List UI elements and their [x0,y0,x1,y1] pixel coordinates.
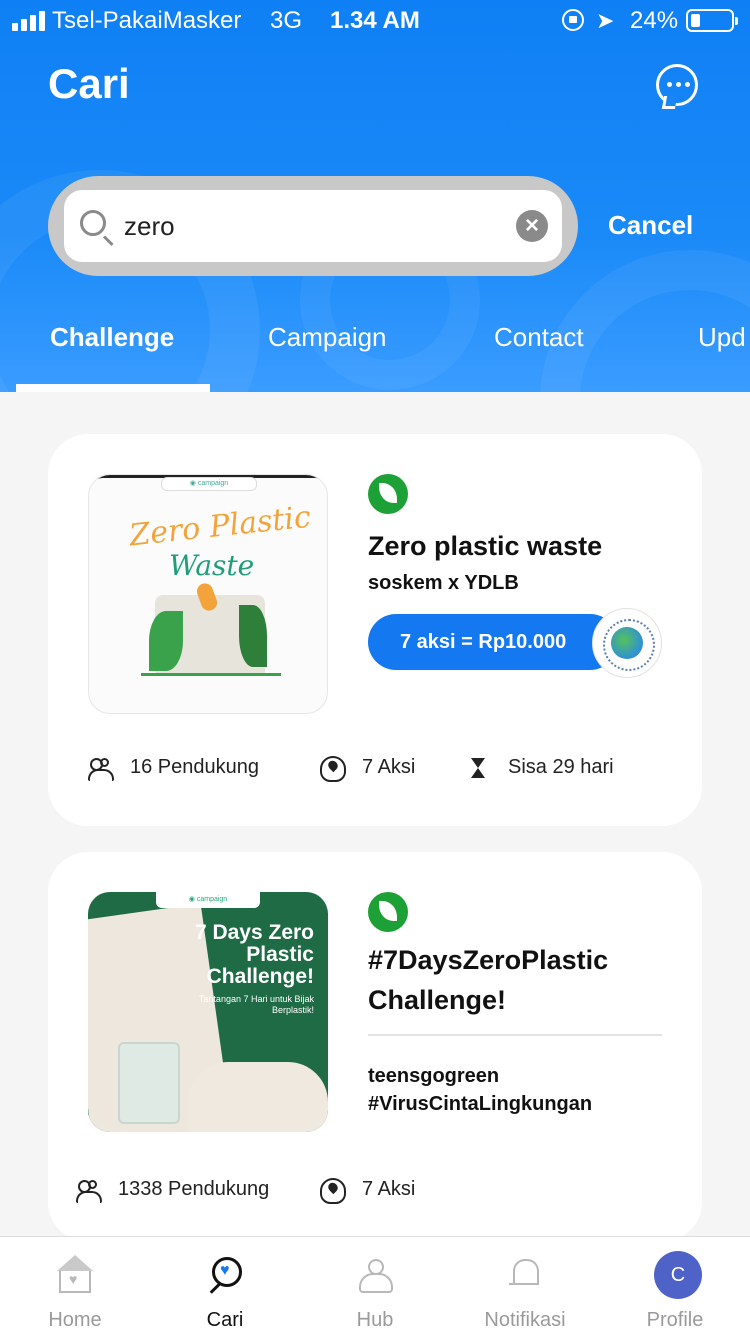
status-bar: Tsel-PakaiMasker 3G 1.34 AM ➤ 24% [0,0,750,40]
leaf-icon [368,474,408,514]
cancel-button[interactable]: Cancel [608,210,693,241]
thumbnail-subtitle: Tantangan 7 Hari untuk Bijak Berplastik! [198,994,314,1015]
battery-percent: 24% [630,7,679,34]
supporters-count: 16 Pendukung [130,756,260,778]
battery-icon [686,9,738,32]
bell-icon [507,1257,543,1293]
home-icon [57,1255,93,1293]
brand-logo: ◉ campaign [161,477,257,491]
search-input[interactable] [124,204,504,248]
challenge-card[interactable]: ◉ campaign 7 Days Zero Plastic Challenge… [48,852,702,1242]
challenge-thumbnail[interactable]: ◉ campaign Zero Plastic Waste [88,474,328,714]
challenge-organizer: soskem x YDLB [368,572,519,594]
challenge-stats: 16 Pendukung 7 Aksi Sisa 29 hari [48,750,702,790]
actions-count: 7 Aksi [362,756,416,778]
donation-pill[interactable]: 7 aksi = Rp10.000 [368,614,618,670]
bottom-navigation: Home Cari Hub Notifikasi C Profile [0,1236,750,1334]
challenge-stats: 1338 Pendukung 7 Aksi [48,1172,702,1212]
signal-icon [12,11,45,31]
nav-label: Hub [356,1309,394,1331]
community-icon [357,1257,393,1293]
clear-search-icon[interactable]: × [516,210,548,242]
challenge-title[interactable]: Zero plastic waste [368,526,668,566]
nav-profile[interactable]: C Profile [600,1237,750,1334]
tab-bar: Challenge Campaign Contact Upd [0,318,750,392]
chat-icon[interactable] [656,64,698,106]
actions-count: 7 Aksi [362,1178,416,1200]
challenge-card[interactable]: ◉ campaign Zero Plastic Waste Zero plast… [48,434,702,826]
challenge-title[interactable]: #7DaysZeroPlastic Challenge! [368,940,668,1020]
nav-home[interactable]: Home [0,1237,150,1334]
rotation-lock-icon [562,9,584,31]
carrier-name: Tsel-PakaiMasker [52,7,242,34]
supporters-icon [88,756,114,782]
challenge-organizer: teensgogreen #VirusCintaLingkungan [368,1065,593,1115]
nav-search[interactable]: Cari [150,1237,300,1334]
actions-icon [320,756,346,782]
nav-label: Home [48,1309,102,1331]
supporters-icon [76,1178,102,1204]
search-field[interactable]: × [64,190,562,262]
tab-updates[interactable]: Upd [698,322,746,353]
nav-hub[interactable]: Hub [300,1237,450,1334]
nav-label: Profile [646,1309,704,1331]
tab-contact[interactable]: Contact [494,322,584,353]
header: Tsel-PakaiMasker 3G 1.34 AM ➤ 24% Cari ×… [0,0,750,392]
nav-label: Notifikasi [484,1309,566,1331]
sponsor-logo [592,608,662,678]
network-type: 3G [270,7,303,34]
thumbnail-title: Waste [169,549,255,582]
tab-challenge[interactable]: Challenge [50,322,174,353]
thumbnail-title: 7 Days Zero Plastic Challenge! [194,921,314,988]
active-tab-indicator [16,384,210,392]
location-icon: ➤ [596,8,615,33]
avatar: C [654,1251,702,1299]
actions-icon [320,1178,346,1204]
page-title: Cari [48,60,130,107]
search-icon [212,1257,242,1287]
hourglass-icon [466,756,492,782]
tab-campaign[interactable]: Campaign [268,322,387,353]
challenge-thumbnail[interactable]: ◉ campaign 7 Days Zero Plastic Challenge… [88,892,328,1132]
search-bar: × [48,176,578,276]
nav-notifications[interactable]: Notifikasi [450,1237,600,1334]
search-icon [80,210,106,236]
clock: 1.34 AM [330,7,420,34]
supporters-count: 1338 Pendukung [118,1178,270,1200]
thumbnail-title: Zero Plastic [127,499,313,554]
divider [368,1034,662,1036]
leaf-icon [368,892,408,932]
days-remaining: Sisa 29 hari [508,756,614,778]
nav-label: Cari [206,1309,244,1331]
brand-logo: ◉ campaign [156,892,260,908]
